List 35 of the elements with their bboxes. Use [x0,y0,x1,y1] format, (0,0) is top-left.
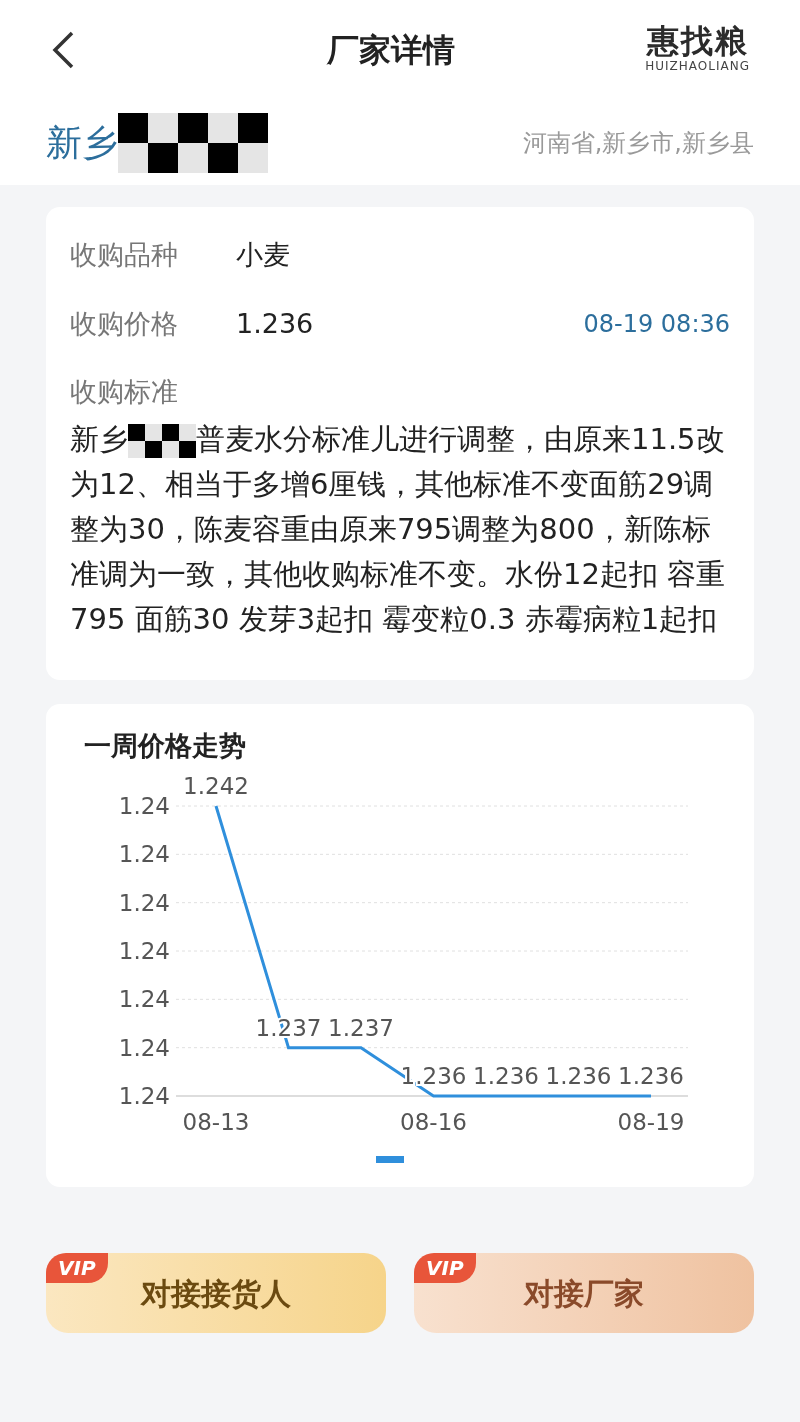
field-label: 收购标准 [70,375,179,409]
x-tick-label: 08-13 [182,1109,250,1135]
page-indicator [376,1156,404,1163]
contact-button[interactable]: VIP 对接厂家 [414,1253,754,1333]
y-tick-label: 1.24 [118,1083,170,1109]
y-tick-label: 1.24 [118,986,170,1013]
update-time: 08-19 08:36 [583,308,730,340]
factory-location: 河南省,新乡市,新乡县 [522,127,754,159]
y-tick-label: 1.24 [118,938,170,964]
y-tick-label: 1.24 [118,889,170,916]
censor-mosaic [128,423,196,458]
factory-name: 新乡 [46,120,118,165]
standard-text: 新乡 普麦水分标准儿进行调整，由原来11.5改为12、相当于多增6厘钱，其他标准不变面筋29调整为30，陈麦容重由原来795调整为800，新陈标准调为一致，其他收购标准不变。水份12起扣 容重795 面筋30 发芽3起扣 霉变粒0.3 赤霉病粒1起扣 [70,420,727,638]
vip-badge: VIP [46,1253,108,1283]
value-label: 1.236 [400,1063,467,1089]
field-label: 收购价格 [70,306,179,341]
value-label: 1.236 [545,1063,612,1089]
value-label: 1.242 [183,773,249,799]
vip-badge: VIP [414,1253,476,1283]
value-label: 1.236 [473,1063,539,1089]
value-label: 1.236 [618,1063,684,1089]
field-value: 1.236 [236,306,315,341]
field-label: 收购品种 [70,238,179,272]
contact-button[interactable]: VIP 对接接货人 [46,1253,386,1333]
value-label: 1.237 [328,1014,394,1041]
page-title: 厂家详情 [326,30,455,71]
x-tick-label: 08-19 [617,1109,685,1135]
field-value: 小麦 [236,238,291,272]
back-icon[interactable] [50,30,76,70]
x-tick-label: 08-16 [400,1109,467,1135]
y-tick-label: 1.24 [118,793,170,819]
y-tick-label: 1.24 [118,1034,170,1061]
chart-title: 一周价格走势 [84,728,246,763]
logo: 惠找粮 HUIZHAOLIANG [645,25,750,75]
y-tick-label: 1.24 [118,841,170,868]
